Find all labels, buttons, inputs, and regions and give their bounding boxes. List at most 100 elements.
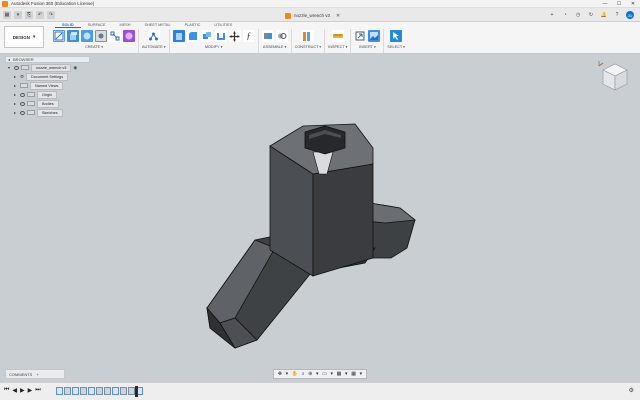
modify-label[interactable]: MODIFY [205, 45, 220, 49]
comments-panel[interactable]: COMMENTS + [5, 369, 65, 379]
expand-triangle-icon[interactable]: ▸ [14, 74, 18, 79]
browser-item-bodies[interactable]: ▸ Bodies [5, 99, 90, 108]
timeline-feature-step[interactable] [96, 387, 103, 395]
chevron-down-icon[interactable]: ▾ [360, 371, 363, 377]
function-icon[interactable]: ƒ [242, 30, 255, 42]
insert-icon[interactable] [354, 30, 367, 42]
tab-sheet-metal[interactable]: SHEET METAL [138, 22, 178, 28]
extrude-icon[interactable] [67, 30, 79, 42]
file-menu-icon[interactable]: ▾ [14, 11, 22, 19]
shell-icon[interactable] [214, 30, 227, 42]
select-label[interactable]: SELECT [387, 45, 402, 49]
close-tab-icon[interactable]: ✕ [336, 13, 340, 19]
play-icon[interactable]: ▶ [20, 387, 25, 394]
form-icon[interactable] [123, 30, 135, 42]
viewports-icon[interactable]: ▦ [351, 371, 356, 377]
step-forward-icon[interactable]: ▶ [28, 387, 33, 394]
display-settings-icon[interactable]: ▭ [322, 371, 327, 377]
expand-triangle-icon[interactable]: ▸ [14, 101, 18, 106]
image-icon[interactable] [368, 30, 381, 42]
tab-plastic[interactable]: PLASTIC [178, 22, 208, 28]
fillet-icon[interactable] [186, 30, 199, 42]
notifications-icon[interactable]: 🔔 [600, 11, 608, 19]
zoom-window-icon[interactable]: ⌕ [302, 371, 305, 377]
joint-icon[interactable] [261, 30, 274, 42]
add-comment-icon[interactable]: + [36, 372, 38, 377]
timeline-feature-step[interactable] [120, 387, 127, 395]
tab-surface[interactable]: SURFACE [81, 22, 113, 28]
close-window-button[interactable]: ✕ [626, 0, 640, 8]
browser-item-origin[interactable]: ▸ Origin [5, 90, 90, 99]
timeline-sketch-step[interactable] [56, 387, 63, 395]
save-icon[interactable]: ⎘ [25, 11, 33, 19]
timeline-sketch-step[interactable] [72, 387, 79, 395]
new-tab-icon[interactable]: + [548, 11, 556, 19]
pattern-icon[interactable] [109, 30, 121, 42]
create-label[interactable]: CREATE [85, 45, 100, 49]
visibility-eye-icon[interactable] [14, 65, 19, 70]
maximize-button[interactable]: ☐ [612, 0, 626, 8]
inspect-label[interactable]: INSPECT [328, 45, 344, 49]
browser-header[interactable]: ◂ BROWSER [5, 56, 90, 63]
revolve-icon[interactable] [81, 30, 93, 42]
chevron-down-icon[interactable]: ▾ [286, 371, 289, 377]
visibility-eye-icon[interactable] [20, 110, 25, 115]
undo-icon[interactable]: ↶ [36, 11, 44, 19]
help-icon[interactable]: ? [613, 11, 621, 19]
plane-icon[interactable] [301, 30, 314, 42]
rigid-icon[interactable] [275, 30, 288, 42]
automate-icon[interactable] [147, 30, 160, 42]
sync-icon[interactable]: ↻ [587, 11, 595, 19]
press-pull-icon[interactable] [172, 30, 185, 42]
timeline-sketch-step[interactable] [88, 387, 95, 395]
timeline-settings-icon[interactable]: ⚙ [629, 387, 634, 394]
go-to-end-icon[interactable]: ⏭ [35, 387, 40, 394]
select-icon[interactable] [390, 30, 403, 42]
orbit-icon[interactable]: ✥ [278, 371, 282, 377]
tab-mesh[interactable]: MESH [113, 22, 138, 28]
timeline-feature-step[interactable] [128, 387, 135, 395]
timeline-sketch-step[interactable] [112, 387, 119, 395]
user-avatar[interactable]: JD [626, 11, 634, 19]
zoom-icon[interactable]: ⊕ [308, 371, 312, 377]
viewcube[interactable] [595, 58, 635, 94]
expand-triangle-icon[interactable]: ▾ [8, 65, 12, 70]
document-tab[interactable]: nozzle_wrench v3 ✕ [285, 10, 375, 21]
extensions-icon[interactable]: ◔ [561, 11, 569, 19]
browser-item-named-views[interactable]: ▸ Named Views [5, 81, 90, 90]
expand-triangle-icon[interactable]: ▸ [14, 83, 18, 88]
expand-triangle-icon[interactable]: ▸ [14, 92, 18, 97]
data-panel-icon[interactable]: ▦ [3, 11, 11, 19]
workspace-switcher[interactable]: DESIGN ▾ [4, 26, 44, 48]
pan-icon[interactable]: ✋ [292, 371, 298, 377]
timeline-marker[interactable] [135, 386, 138, 397]
minimize-button[interactable]: — [598, 0, 612, 8]
browser-item-document-settings[interactable]: ▸ ⚙ Document Settings [5, 72, 90, 81]
grid-icon[interactable]: ▦ [337, 371, 342, 377]
chevron-down-icon[interactable]: ▾ [316, 371, 319, 377]
automate-label[interactable]: AUTOMATE [142, 45, 163, 49]
tab-solid[interactable]: SOLID [55, 22, 81, 28]
model-nozzle-wrench[interactable] [195, 108, 435, 368]
combine-icon[interactable] [200, 30, 213, 42]
collapse-icon[interactable]: ◂ [8, 57, 10, 62]
hole-icon[interactable] [95, 30, 107, 42]
sketch-icon[interactable] [53, 30, 65, 42]
chevron-down-icon[interactable]: ▾ [331, 371, 334, 377]
insert-label[interactable]: INSERT [359, 45, 373, 49]
go-to-start-icon[interactable]: ⏮ [4, 387, 9, 394]
measure-icon[interactable] [331, 30, 344, 42]
timeline-feature-step[interactable] [80, 387, 87, 395]
assemble-label[interactable]: ASSEMBLE [263, 45, 283, 49]
chevron-down-icon[interactable]: ▾ [345, 371, 348, 377]
radio-icon[interactable]: ◉ [73, 65, 77, 71]
tab-utilities[interactable]: UTILITIES [207, 22, 239, 28]
construct-label[interactable]: CONSTRUCT [295, 45, 319, 49]
visibility-eye-icon[interactable] [20, 92, 25, 97]
redo-icon[interactable]: ↷ [47, 11, 55, 19]
browser-item-sketches[interactable]: ▸ Sketches [5, 108, 90, 117]
step-back-icon[interactable]: ◀ [12, 387, 17, 394]
timeline-feature-step[interactable] [104, 387, 111, 395]
visibility-eye-icon[interactable] [20, 101, 25, 106]
timeline-feature-step[interactable] [64, 387, 71, 395]
